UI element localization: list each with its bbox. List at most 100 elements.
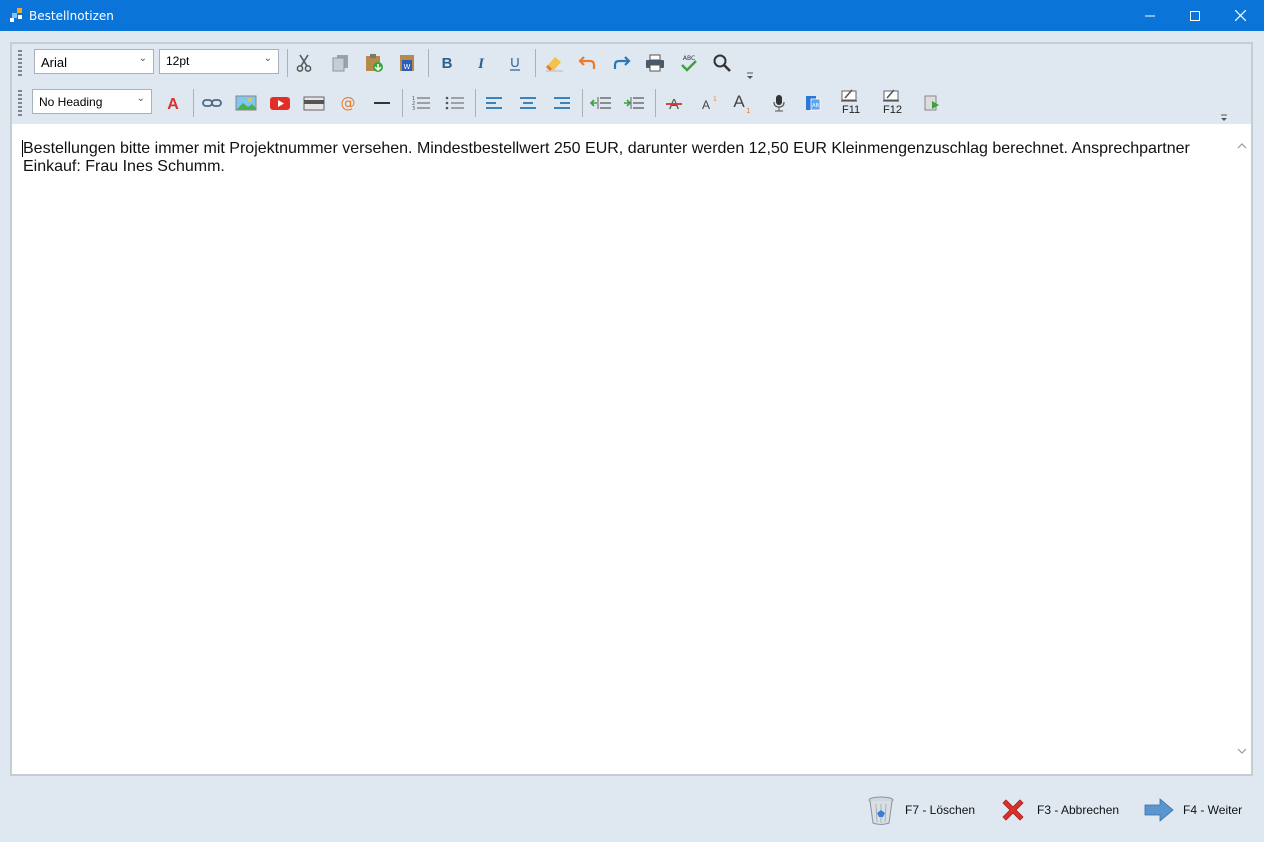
font-family-select[interactable]: Arial ⌄ [34,49,154,74]
toolbar-separator [402,89,403,117]
cancel-button[interactable]: F3 - Abbrechen [997,793,1119,827]
svg-text:A: A [733,92,745,111]
insert-field-button[interactable]: AB [799,88,827,118]
toolbar-row-2: No Heading ⌄ A @ 1 2 3 A 1 A 1 AB F11 F1… [12,84,1251,124]
bullet-list-icon [445,96,464,110]
preview-icon [924,95,939,111]
subscript-button[interactable]: A1 [727,88,755,118]
svg-text:A: A [702,98,710,112]
align-center-button[interactable] [514,88,542,118]
ordered-list-button[interactable]: 123 [407,88,435,118]
svg-text:AB: AB [812,103,819,109]
minimize-button[interactable] [1127,0,1173,31]
editor-content-area[interactable]: Bestellungen bitte immer mit Projektnumm… [12,124,1251,774]
svg-text:W: W [404,63,411,71]
toolbar-separator [287,49,288,77]
cut-button[interactable] [290,48,318,78]
preview-button[interactable] [918,88,946,118]
bullet-list-button[interactable] [441,88,469,118]
toolbar-separator [475,89,476,117]
strikethrough-icon: A [666,96,682,113]
paste-button[interactable] [360,48,388,78]
search-icon [713,54,731,72]
toolbar-separator [655,89,656,117]
font-color-button[interactable]: A [159,88,187,118]
align-right-icon [554,97,570,109]
strikethrough-button[interactable]: A [660,88,688,118]
heading-value: No Heading [39,95,103,109]
f11-button[interactable] [835,84,863,106]
scroll-up-icon[interactable] [1237,141,1247,151]
copy-button[interactable] [326,48,354,78]
link-icon [202,99,222,107]
svg-text:I: I [477,56,485,72]
image-button[interactable] [232,88,260,118]
f12-label: F12 [883,104,902,116]
editor-text[interactable]: Bestellungen bitte immer mit Projektnumm… [23,140,1223,176]
search-button[interactable] [709,48,737,78]
close-button[interactable] [1217,0,1263,31]
red-x-icon [997,794,1029,826]
microphone-icon [773,95,785,112]
align-left-icon [486,97,502,109]
toolbar-separator [428,49,429,77]
align-left-button[interactable] [480,88,508,118]
superscript-button[interactable]: A1 [694,88,722,118]
toolbar-row-1: Arial ⌄ 12pt ⌄ W B I U ABC [12,44,1251,84]
toolbar-grip[interactable] [18,50,22,76]
toolbar-overflow-icon[interactable] [1219,113,1229,123]
clear-format-button[interactable] [540,48,568,78]
font-size-value: 12pt [166,54,190,68]
scroll-down-icon[interactable] [1237,746,1247,756]
svg-text:U: U [510,55,519,70]
undo-icon [578,56,596,69]
subscript-icon: A1 [733,92,750,114]
microphone-button[interactable] [765,88,793,118]
title-bar[interactable]: Bestellnotizen [0,0,1264,31]
chevron-down-icon: ⌄ [263,53,272,64]
underline-icon: U [510,55,520,71]
horizontal-rule-icon [374,102,390,104]
heading-select[interactable]: No Heading ⌄ [32,89,152,114]
next-button[interactable]: F4 - Weiter [1143,793,1242,827]
image-icon [235,95,257,111]
f12-button[interactable] [877,84,905,106]
email-button[interactable]: @ [334,88,362,118]
redo-icon [613,56,631,69]
redo-button[interactable] [607,48,635,78]
outdent-button[interactable] [587,88,615,118]
link-button[interactable] [198,88,226,118]
print-icon [646,54,664,72]
svg-text:@: @ [341,94,356,112]
toolbar-overflow-icon[interactable] [745,71,755,81]
bold-icon: B [442,55,453,72]
paste-word-button[interactable]: W [393,48,421,78]
toolbar-grip[interactable] [18,90,22,116]
align-right-button[interactable] [548,88,576,118]
italic-button[interactable]: I [467,48,495,78]
indent-button[interactable] [620,88,648,118]
vertical-scrollbar[interactable] [1233,124,1251,774]
chevron-down-icon: ⌄ [138,53,147,64]
bold-button[interactable]: B [433,48,461,78]
font-size-select[interactable]: 12pt ⌄ [159,49,279,74]
arrow-right-icon [1143,794,1175,826]
undo-button[interactable] [574,48,602,78]
horizontal-rule-button[interactable] [368,88,396,118]
f11-icon [841,89,857,102]
outdent-icon [590,97,611,109]
table-button[interactable] [300,88,328,118]
cut-icon [296,54,312,72]
print-button[interactable] [641,48,669,78]
clear-format-icon [545,57,563,72]
video-button[interactable] [266,88,294,118]
maximize-button[interactable] [1172,0,1218,31]
table-icon [303,96,325,111]
underline-button[interactable]: U [501,48,529,78]
spellcheck-button[interactable]: ABC [675,48,703,78]
font-family-value: Arial [41,55,68,70]
chevron-down-icon: ⌄ [136,93,145,104]
f11-label: F11 [842,104,861,116]
align-center-icon [520,97,536,109]
delete-button[interactable]: F7 - Löschen [865,793,975,827]
